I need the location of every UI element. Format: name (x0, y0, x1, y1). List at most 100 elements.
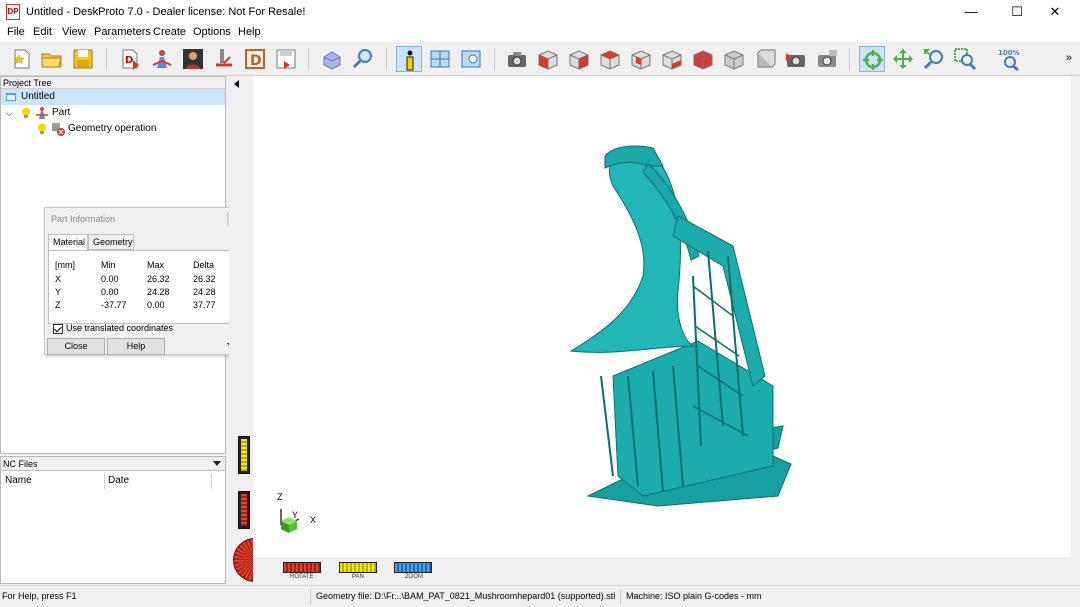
table-header: Max (147, 260, 165, 270)
part-view-icon[interactable] (319, 46, 345, 72)
d-icon[interactable]: D (242, 46, 268, 72)
axis-z-label: Z (277, 492, 283, 502)
cube-view-icon[interactable] (597, 46, 623, 72)
camera-icon[interactable] (783, 46, 809, 72)
tree-item-part[interactable]: ⌵ Part (1, 105, 225, 121)
person-icon[interactable] (180, 46, 206, 72)
close-window-button[interactable]: ✕ (1032, 0, 1078, 24)
column-divider[interactable] (104, 473, 105, 489)
viewport-bottom-controls: ROTATE PAN ZOOM (253, 557, 1071, 583)
app-logo-icon: DP (6, 4, 20, 20)
cube-view-icon[interactable] (752, 46, 778, 72)
part-icon[interactable] (149, 46, 175, 72)
menu-create[interactable]: Create (153, 26, 186, 38)
menu-parameters[interactable]: Parameters (94, 26, 151, 38)
nc-files-panel: NC Files Name Date (0, 456, 226, 584)
toolbar: D D 100% » (0, 42, 1080, 76)
lightbulb-icon (21, 107, 31, 119)
3d-viewport[interactable]: Z Y X (253, 76, 1071, 557)
pan-wheel[interactable] (238, 436, 250, 474)
table-cell: 26.32 (193, 274, 216, 284)
export-icon[interactable] (273, 46, 299, 72)
tool-icon[interactable] (211, 46, 237, 72)
open-folder-icon[interactable] (39, 46, 65, 72)
cube-view-icon[interactable] (659, 46, 685, 72)
cube-view-icon[interactable] (628, 46, 654, 72)
tree-item-geometry-operation[interactable]: Geometry operation (1, 121, 225, 137)
import-geometry-icon[interactable]: D (118, 46, 144, 72)
close-button[interactable]: Close (47, 338, 105, 355)
tab-geometry[interactable]: Geometry (88, 234, 134, 250)
svg-text:D: D (250, 53, 262, 69)
menu-file[interactable]: File (7, 26, 25, 38)
tab-material[interactable]: Material (48, 234, 88, 251)
status-machine: Machine: ISO plain G-codes - mm (626, 591, 762, 601)
menu-edit[interactable]: Edit (33, 26, 52, 38)
pan-label: PAN (352, 574, 364, 580)
viewport-control-strip (229, 76, 277, 583)
cube-view-icon[interactable] (721, 46, 747, 72)
table-header: [mm] (55, 260, 75, 270)
rotate-slider[interactable] (283, 562, 321, 573)
new-file-icon[interactable] (9, 46, 35, 72)
table-header: Delta (193, 260, 215, 270)
pan-slider[interactable] (339, 562, 377, 573)
menu-view[interactable]: View (62, 26, 86, 38)
expand-chevron-icon[interactable]: ⌵ (6, 105, 13, 121)
pan-icon[interactable] (890, 46, 916, 72)
zoom-in-icon[interactable] (921, 46, 947, 72)
status-help-text: For Help, press F1 (2, 591, 77, 601)
table-cell: 0.00 (101, 287, 119, 297)
axis-gizmo-icon (277, 503, 301, 535)
layout-icon[interactable] (427, 46, 453, 72)
cube-view-icon[interactable] (690, 46, 716, 72)
menu-options[interactable]: Options (193, 26, 231, 38)
column-header-date[interactable]: Date (108, 475, 129, 486)
window-title: Untitled - DeskProto 7.0 - Dealer licens… (26, 6, 306, 18)
translated-coordinates-checkbox[interactable]: Use translated coordinates (53, 323, 173, 334)
nc-files-header: NC Files (1, 457, 225, 471)
info-icon[interactable] (396, 46, 422, 72)
table-cell: 24.28 (193, 287, 216, 297)
menu-bar: File Edit View Parameters Create Options… (0, 24, 1080, 42)
view-icon[interactable] (458, 46, 484, 72)
rotate-icon[interactable] (859, 46, 885, 72)
svg-text:D: D (125, 55, 133, 66)
rotate-wheel[interactable] (238, 491, 250, 529)
table-cell: 0.00 (101, 274, 119, 284)
checkbox-label: Use translated coordinates (66, 323, 174, 333)
cube-view-icon[interactable] (566, 46, 592, 72)
axis-x-label: X (310, 515, 317, 525)
status-bar: For Help, press F1 Geometry file: D:\Fr.… (0, 585, 1080, 607)
table-cell: -37.77 (101, 300, 127, 310)
table-header: Min (101, 260, 116, 270)
zoom-window-icon[interactable] (952, 46, 978, 72)
menu-help[interactable]: Help (238, 26, 261, 38)
table-cell: 26.32 (147, 274, 170, 284)
mushroom-model (569, 145, 792, 507)
camera-icon[interactable] (814, 46, 840, 72)
column-header-name[interactable]: Name (5, 475, 32, 486)
collapse-panel-arrow-icon[interactable] (234, 80, 239, 88)
inspect-icon[interactable] (350, 46, 376, 72)
toolbar-overflow-button[interactable]: » (1066, 52, 1072, 64)
dialog-title: Part Information (51, 214, 116, 224)
minimize-button[interactable]: — (948, 0, 994, 24)
help-button[interactable]: Help (107, 338, 165, 355)
save-icon[interactable] (70, 46, 96, 72)
tree-item-untitled[interactable]: Untitled (1, 89, 225, 105)
dropdown-arrow-icon[interactable] (213, 461, 221, 466)
table-cell: Z (55, 300, 61, 310)
column-divider[interactable] (211, 473, 212, 489)
cube-view-icon[interactable] (535, 46, 561, 72)
tree-item-label: Part (52, 107, 71, 118)
table-cell: Y (55, 287, 62, 297)
zoom-slider[interactable] (394, 562, 432, 573)
checkbox-checked-icon[interactable] (53, 323, 63, 334)
zoom-100-icon[interactable]: 100% (997, 46, 1023, 72)
lightbulb-icon (37, 123, 47, 135)
camera-icon[interactable] (504, 46, 530, 72)
tree-item-label: Untitled (21, 91, 55, 102)
tree-item-label: Geometry operation (68, 123, 157, 134)
zoom-level-label: 100% (998, 49, 1020, 57)
